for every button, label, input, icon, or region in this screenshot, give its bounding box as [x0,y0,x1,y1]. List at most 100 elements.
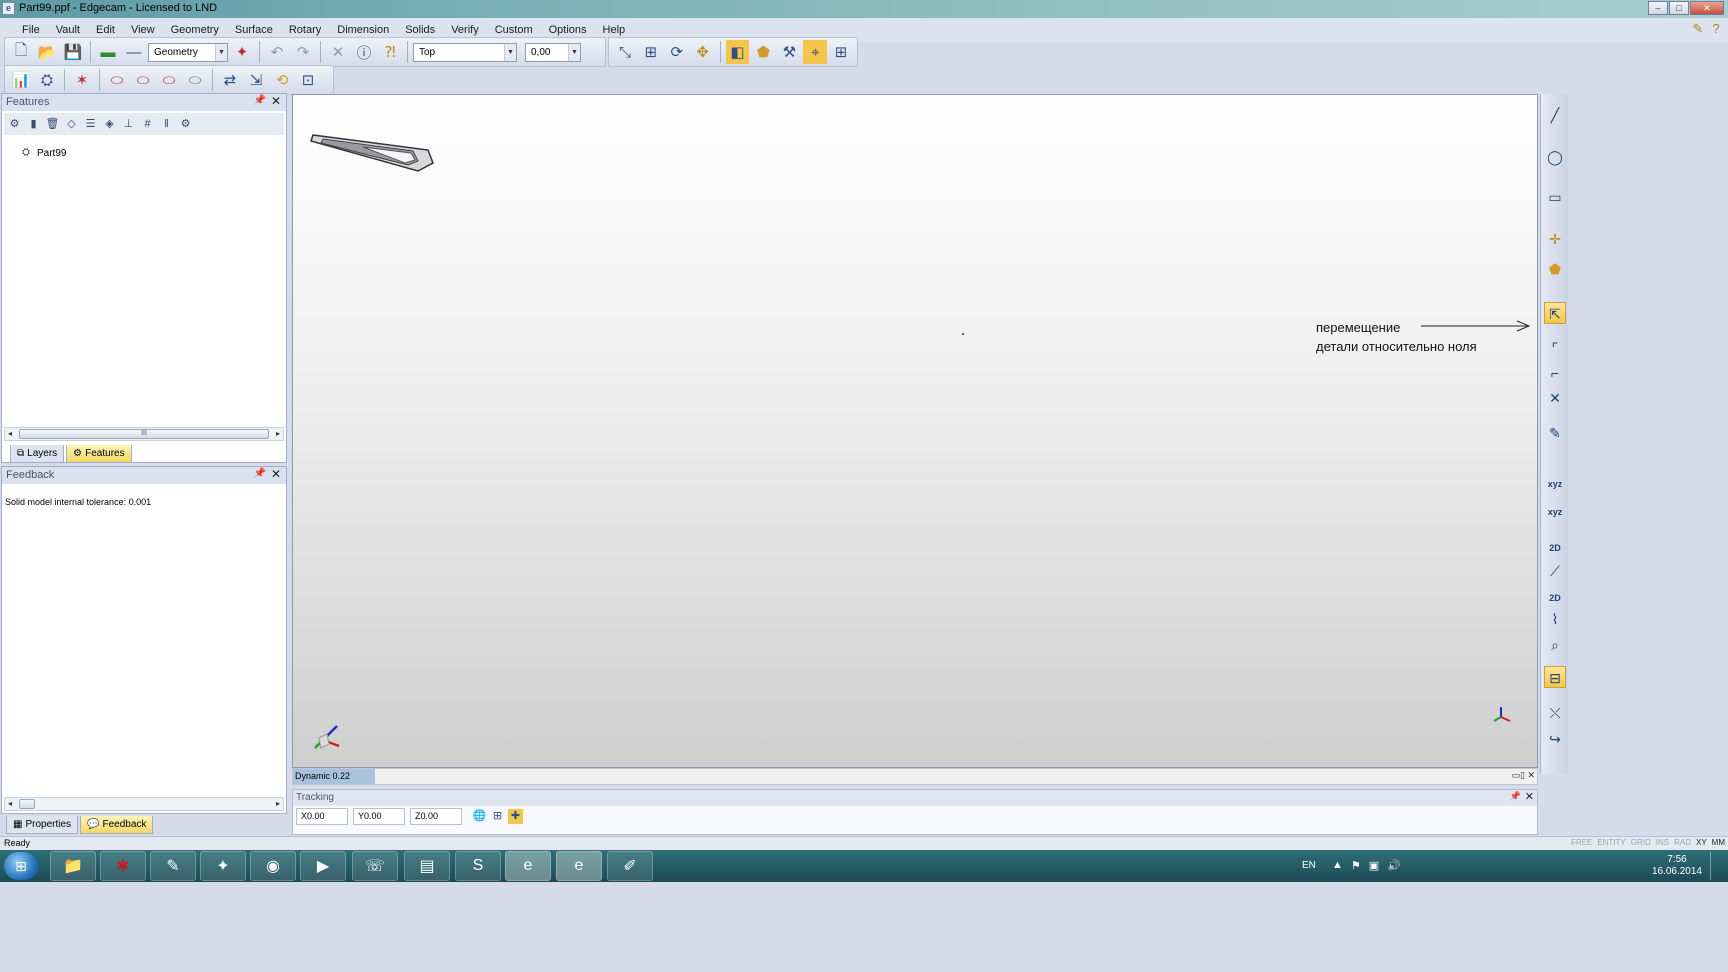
snap-icon[interactable]: ✚ [508,809,523,824]
tab-layers[interactable]: ⧉ Layers [10,445,65,463]
graphics-viewport[interactable] [292,94,1538,768]
solid-tool-icon[interactable]: ⬟ [1544,258,1566,280]
pin-icon[interactable]: 📌 [1510,791,1521,802]
features-hscroll[interactable]: ◂ III ▸ [4,427,284,441]
close-icon[interactable]: ✕ [1525,790,1534,803]
flag-icon[interactable]: ⚑ [1351,859,1361,872]
bars-icon[interactable]: ‖ [159,117,174,132]
pin-icon[interactable]: 📌 [254,468,266,479]
line-tool-icon[interactable]: ╱ [1544,104,1566,126]
language-indicator[interactable]: EN [1302,860,1316,871]
notes-icon[interactable]: ▤ [404,851,450,881]
show-desktop-button[interactable] [1710,852,1722,880]
rectangle-tool-icon[interactable]: ▭ [1544,186,1566,208]
viewport-controls[interactable]: ▭▯ ✕ [1512,770,1536,781]
eraser-red-1-icon[interactable]: ⬭ [105,68,129,92]
scroll-left-icon[interactable]: ◂ [5,798,15,810]
stroke-tool-icon[interactable]: ⌇ [1544,608,1566,630]
menu-edit[interactable]: Edit [88,24,123,36]
filter-icon[interactable]: ◇ [64,117,79,132]
menu-file[interactable]: File [14,24,48,36]
x-coord-field[interactable]: X0.00 [296,808,348,825]
info-icon[interactable]: ⓘ [352,40,376,64]
menu-vault[interactable]: Vault [48,24,88,36]
undo-icon[interactable]: ↶ [265,40,289,64]
pan-icon[interactable]: ✥ [691,40,715,64]
scroll-right-icon[interactable]: ▸ [273,428,283,440]
menu-rotary[interactable]: Rotary [281,24,329,36]
line-style-icon[interactable]: — [122,40,146,64]
grid-icon[interactable]: ⊞ [829,40,853,64]
fillet-tool-icon[interactable]: ⌜ [1544,337,1566,359]
menu-geometry[interactable]: Geometry [163,24,227,36]
diamond-icon[interactable]: ◈ [102,117,117,132]
flag-rad[interactable]: RAD [1674,838,1691,847]
help-pointer-icon[interactable]: ? [1708,21,1724,37]
app-red-icon[interactable]: ✱ [100,851,146,881]
stock-icon[interactable]: ▮ [26,117,41,132]
rotate-view-icon[interactable]: ⟳ [665,40,689,64]
menu-view[interactable]: View [123,24,163,36]
profile-tool-icon[interactable]: ⟋ [1544,560,1566,582]
tool-icon[interactable]: ⚒ [777,40,801,64]
flag-mm[interactable]: MM [1712,838,1725,847]
menu-options[interactable]: Options [541,24,595,36]
feature-tree-icon[interactable]: ⚙ [7,117,22,132]
tray-up-icon[interactable]: ▲ [1332,859,1343,872]
replace-icon[interactable]: ⇲ [244,68,268,92]
offset-tool-icon[interactable]: ✎ [1544,422,1566,444]
media-player-icon[interactable]: ▶ [300,851,346,881]
explorer-icon[interactable]: 📁 [50,851,96,881]
tree-item-root[interactable]: ⛭ Part99 [22,147,66,159]
bin-icon[interactable]: 🗑 [45,117,60,132]
settings-icon[interactable]: ⚙ [178,117,193,132]
tab-feedback[interactable]: 💬 Feedback [80,816,154,834]
flag-xy[interactable]: XY [1696,838,1707,847]
pro-app-icon[interactable]: ✎ [150,851,196,881]
paint-icon[interactable]: ✐ [607,851,653,881]
menu-custom[interactable]: Custom [487,24,541,36]
refresh-icon[interactable]: ⟲ [270,68,294,92]
part-model[interactable] [310,134,434,172]
edit-tool-icon[interactable]: ⊟ [1544,666,1566,688]
network-icon[interactable]: ▣ [1369,859,1379,872]
open-file-icon[interactable]: 📂 [35,40,59,64]
menu-help[interactable]: Help [595,24,634,36]
eraser-red-3-icon[interactable]: ⬭ [157,68,181,92]
menu-verify[interactable]: Verify [443,24,487,36]
2d-tool-icon[interactable]: 2D [1544,535,1566,557]
minimize-button[interactable]: – [1648,1,1668,15]
skype-icon[interactable]: S [455,851,501,881]
z-coord-field[interactable]: Z0.00 [410,808,462,825]
view-combo[interactable]: Top ▼ [413,42,517,62]
xyz-tool-icon[interactable]: xyz [1544,471,1566,493]
globe-icon[interactable]: 🌐 [472,809,487,824]
blend-tool-icon[interactable]: ↪ [1544,728,1566,750]
menu-dimension[interactable]: Dimension [329,24,397,36]
break-tool-icon[interactable]: ⤬ [1544,702,1566,724]
pin-icon[interactable]: 📌 [254,95,266,106]
scroll-right-icon[interactable]: ▸ [273,798,283,810]
scroll-left-icon[interactable]: ◂ [5,428,15,440]
update-icon[interactable]: ⇄ [218,68,242,92]
2d-profile-icon[interactable]: 2D [1544,585,1566,607]
workplane-icon[interactable]: ⊞ [490,809,505,824]
volume-icon[interactable]: 🔊 [1387,859,1401,872]
start-button[interactable]: ⊞ [4,852,38,880]
solidworks-icon[interactable]: ✦ [200,851,246,881]
flag-ins[interactable]: INS [1656,838,1669,847]
corner-tool-icon[interactable]: ⌐ [1544,362,1566,384]
menu-surface[interactable]: Surface [227,24,281,36]
chrome-icon[interactable]: ◉ [250,851,296,881]
solid-import-icon[interactable]: ⛭ [35,68,59,92]
stack-icon[interactable]: ☰ [83,117,98,132]
edgecam-task-icon[interactable]: e [505,851,551,881]
feedback-hscroll[interactable]: ◂ ▸ [4,797,284,811]
redo-icon[interactable]: ↷ [291,40,315,64]
tab-properties[interactable]: ▦ Properties [6,816,79,834]
delete-icon[interactable]: ✕ [326,40,350,64]
edgecam-task-2-icon[interactable]: e [556,851,602,881]
measure-tool-icon[interactable]: ⌕ [1544,634,1566,656]
feature-finder-icon[interactable]: 📊 [9,68,33,92]
hole-icon[interactable]: ⊥ [121,117,136,132]
